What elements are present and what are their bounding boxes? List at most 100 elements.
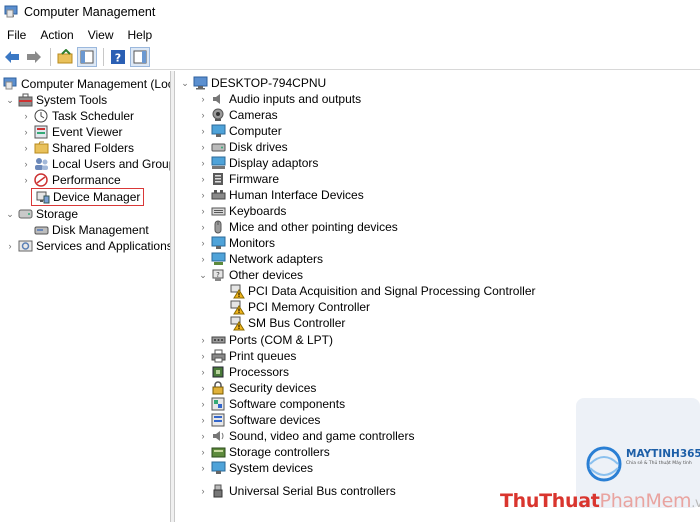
expand-chevron-icon[interactable]: › (198, 380, 208, 396)
tree-item-storage[interactable]: ⌄ Storage (5, 206, 78, 222)
category-computer[interactable]: › Computer (198, 123, 282, 139)
collapse-chevron-icon[interactable]: ⌄ (180, 75, 190, 91)
port-icon (210, 332, 226, 348)
category-ports[interactable]: › Ports (COM & LPT) (198, 332, 334, 348)
expand-chevron-icon[interactable]: › (21, 172, 31, 188)
up-one-level-button[interactable] (55, 47, 75, 67)
expand-chevron-icon[interactable]: › (198, 219, 208, 235)
menu-view[interactable]: View (81, 28, 121, 42)
category-processors[interactable]: › Processors (198, 364, 290, 380)
disk-management-icon (33, 222, 49, 238)
tree-item-task-scheduler[interactable]: › Task Scheduler (21, 108, 135, 124)
expand-chevron-icon[interactable]: › (21, 140, 31, 156)
collapse-chevron-icon[interactable]: ⌄ (5, 92, 15, 108)
monitor-icon (210, 123, 226, 139)
category-system-devices[interactable]: › System devices (198, 460, 314, 476)
category-audio-inputs-and-outputs[interactable]: › Audio inputs and outputs (198, 91, 362, 107)
tree-item-local-users-and-groups[interactable]: › Local Users and Groups (21, 156, 171, 172)
tree-item-disk-management[interactable]: Disk Management (31, 222, 149, 238)
menu-file[interactable]: File (0, 28, 33, 42)
globe-logo-icon (586, 446, 622, 482)
processor-icon (210, 364, 226, 380)
expand-chevron-icon[interactable]: › (198, 412, 208, 428)
expand-chevron-icon[interactable]: › (198, 187, 208, 203)
expand-chevron-icon[interactable]: › (198, 107, 208, 123)
console-tree[interactable]: Computer Management (Local) ⌄ System Too… (0, 71, 171, 522)
category-sound-video-game-controllers[interactable]: › Sound, video and game controllers (198, 428, 415, 444)
category-usb-controllers[interactable]: › Universal Serial Bus controllers (198, 483, 396, 499)
expand-chevron-icon[interactable]: › (198, 348, 208, 364)
tree-item-performance[interactable]: › Performance (21, 172, 121, 188)
tree-item-event-viewer[interactable]: › Event Viewer (21, 124, 123, 140)
help-button[interactable]: ? (108, 47, 128, 67)
category-human-interface-devices[interactable]: › Human Interface Devices (198, 187, 364, 203)
expand-chevron-icon[interactable]: › (198, 460, 208, 476)
shared-folder-icon (33, 140, 49, 156)
show-hide-action-pane-button[interactable] (130, 47, 150, 67)
hid-icon (210, 187, 226, 203)
expand-chevron-icon[interactable]: › (198, 91, 208, 107)
clock-icon (33, 108, 49, 124)
category-storage-controllers[interactable]: › Storage controllers (198, 444, 330, 460)
category-security-devices[interactable]: › Security devices (198, 380, 317, 396)
category-mice-and-pointing-devices[interactable]: › Mice and other pointing devices (198, 219, 398, 235)
category-monitors[interactable]: › Monitors (198, 235, 276, 251)
toolbar-separator (50, 48, 51, 66)
category-keyboards[interactable]: › Keyboards (198, 203, 287, 219)
expand-chevron-icon[interactable]: › (198, 235, 208, 251)
category-display-adaptors[interactable]: › Display adaptors (198, 155, 319, 171)
expand-chevron-icon[interactable]: › (198, 155, 208, 171)
tree-item-shared-folders[interactable]: › Shared Folders (21, 140, 135, 156)
expand-chevron-icon[interactable]: › (198, 123, 208, 139)
expand-chevron-icon[interactable]: › (198, 428, 208, 444)
forward-button[interactable] (24, 47, 44, 67)
expand-chevron-icon[interactable]: › (198, 444, 208, 460)
disk-drive-icon (210, 139, 226, 155)
usb-icon (210, 483, 226, 499)
category-software-devices[interactable]: › Software devices (198, 412, 321, 428)
device-pci-memory-controller[interactable]: PCI Memory Controller (227, 299, 370, 315)
network-adapter-icon (210, 251, 226, 267)
speaker-icon (210, 91, 226, 107)
display-adapter-icon (210, 155, 226, 171)
collapse-chevron-icon[interactable]: ⌄ (5, 206, 15, 222)
expand-chevron-icon[interactable]: › (198, 483, 208, 499)
expand-chevron-icon[interactable]: › (198, 396, 208, 412)
expand-chevron-icon[interactable]: › (198, 139, 208, 155)
collapse-chevron-icon[interactable]: ⌄ (198, 267, 208, 283)
expand-chevron-icon[interactable]: › (5, 238, 15, 254)
watermark-site-text: ThuThuatPhanMem.vn (500, 490, 700, 512)
help-icon: ? (111, 50, 125, 65)
back-button[interactable] (2, 47, 22, 67)
window-title: Computer Management (24, 4, 156, 19)
expand-chevron-icon[interactable]: › (21, 108, 31, 124)
tree-item-services-and-applications[interactable]: › Services and Applications (5, 238, 171, 254)
mouse-icon (210, 219, 226, 235)
category-print-queues[interactable]: › Print queues (198, 348, 297, 364)
menu-help[interactable]: Help (121, 28, 160, 42)
category-disk-drives[interactable]: › Disk drives (198, 139, 288, 155)
expand-chevron-icon[interactable]: › (198, 171, 208, 187)
menu-action[interactable]: Action (33, 28, 80, 42)
firmware-icon (210, 171, 226, 187)
device-pci-data-acquisition-controller[interactable]: PCI Data Acquisition and Signal Processi… (227, 283, 535, 299)
category-software-components[interactable]: › Software components (198, 396, 346, 412)
category-cameras[interactable]: › Cameras (198, 107, 278, 123)
expand-chevron-icon[interactable]: › (198, 332, 208, 348)
expand-chevron-icon[interactable]: › (198, 364, 208, 380)
printer-icon (210, 348, 226, 364)
tree-item-device-manager[interactable]: Device Manager (31, 188, 145, 206)
category-network-adapters[interactable]: › Network adapters (198, 251, 324, 267)
device-tree-root[interactable]: ⌄ DESKTOP-794CPNU (180, 75, 326, 91)
expand-chevron-icon[interactable]: › (198, 203, 208, 219)
tree-item-computer-management[interactable]: Computer Management (Local) (0, 76, 170, 92)
show-hide-console-tree-button[interactable] (77, 47, 97, 67)
category-other-devices[interactable]: ⌄ ? Other devices (198, 267, 303, 283)
device-manager-icon (34, 189, 50, 205)
expand-chevron-icon[interactable]: › (21, 124, 31, 140)
category-firmware[interactable]: › Firmware (198, 171, 280, 187)
expand-chevron-icon[interactable]: › (198, 251, 208, 267)
expand-chevron-icon[interactable]: › (21, 156, 31, 172)
device-sm-bus-controller[interactable]: SM Bus Controller (227, 315, 345, 331)
tree-item-system-tools[interactable]: ⌄ System Tools (5, 92, 107, 108)
